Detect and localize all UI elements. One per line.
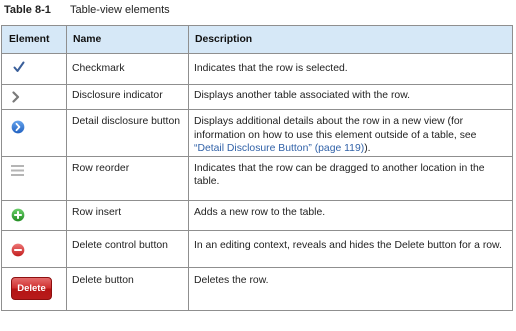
table-caption: Table 8-1 Table-view elements — [4, 3, 170, 17]
table-row: Delete Delete button Deletes the row. — [1, 266, 513, 311]
table-row: Detail disclosure button Displays additi… — [1, 109, 513, 157]
description-cell: Indicates that the row is selected. — [188, 53, 513, 85]
element-cell — [1, 155, 67, 201]
name-cell: Checkmark — [66, 53, 189, 85]
name-cell: Delete button — [66, 266, 189, 311]
description-text: Displays additional details about the ro… — [194, 116, 477, 141]
name-cell: Delete control button — [66, 229, 189, 268]
checkmark-icon — [13, 61, 25, 72]
description-text-end: ). — [364, 143, 371, 154]
description-cell: Deletes the row. — [188, 266, 513, 311]
table-title: Table-view elements — [70, 4, 170, 16]
name-cell: Disclosure indicator — [66, 84, 189, 110]
name-cell: Detail disclosure button — [66, 109, 189, 157]
name-cell: Row reorder — [66, 155, 189, 201]
detail-disclosure-icon — [10, 119, 26, 135]
header-element: Element — [1, 25, 67, 54]
description-cell: Adds a new row to the table. — [188, 199, 513, 231]
element-cell — [1, 199, 67, 231]
delete-minus-icon — [10, 241, 26, 258]
table-row: Row insert Adds a new row to the table. — [1, 199, 513, 231]
insert-plus-icon — [10, 206, 26, 223]
table-row: Row reorder Indicates that the row can b… — [1, 155, 513, 201]
cross-reference-link[interactable]: “Detail Disclosure Button” (page 119) — [194, 143, 364, 154]
element-cell — [1, 229, 67, 268]
table-row: Checkmark Indicates that the row is sele… — [1, 53, 513, 85]
element-cell — [1, 109, 67, 157]
table-row: Disclosure indicator Displays another ta… — [1, 84, 513, 110]
delete-button-icon: Delete — [11, 276, 52, 300]
header-description: Description — [188, 25, 513, 54]
element-cell: Delete — [1, 266, 67, 311]
description-cell: In an editing context, reveals and hides… — [188, 229, 513, 268]
description-cell: Indicates that the row can be dragged to… — [188, 155, 513, 201]
description-cell: Displays additional details about the ro… — [188, 109, 513, 157]
header-name: Name — [66, 25, 189, 54]
description-cell: Displays another table associated with t… — [188, 84, 513, 110]
disclosure-chevron-icon — [12, 91, 20, 103]
table-number: Table 8-1 — [4, 4, 51, 16]
table-row: Delete control button In an editing cont… — [1, 229, 513, 268]
element-cell — [1, 53, 67, 85]
name-cell: Row insert — [66, 199, 189, 231]
element-cell — [1, 84, 67, 110]
table-view-elements-table: Element Name Description Checkmark Indic… — [1, 25, 513, 311]
table-header-row: Element Name Description — [1, 25, 513, 54]
reorder-handle-icon — [11, 164, 24, 176]
